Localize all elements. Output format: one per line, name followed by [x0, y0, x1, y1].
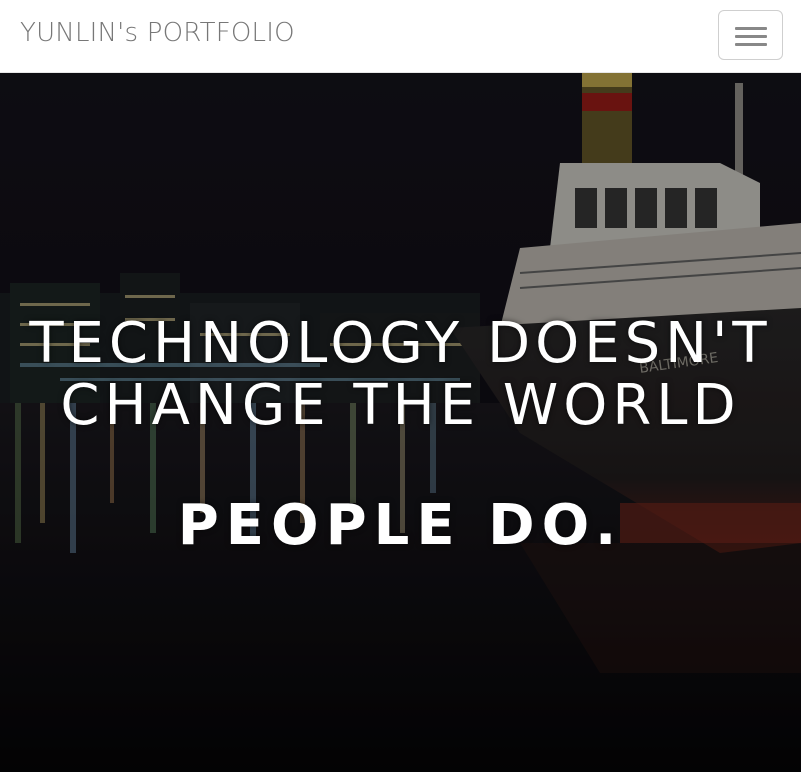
hamburger-menu-icon	[735, 43, 767, 46]
hamburger-menu-icon	[735, 35, 767, 38]
hamburger-menu-icon	[735, 27, 767, 30]
navbar-toggle-button[interactable]	[718, 10, 783, 60]
top-navbar: YUNLIN's PORTFOLIO	[0, 0, 801, 73]
headline-line-2: CHANGE THE WORLD	[60, 373, 741, 438]
headline-line-1: TECHNOLOGY DOESN'T	[29, 311, 772, 376]
brand-link[interactable]: YUNLIN's PORTFOLIO	[20, 18, 295, 48]
hero-headline: TECHNOLOGY DOESN'T CHANGE THE WORLD	[0, 313, 801, 437]
hero-subheadline: PEOPLE DO.	[177, 493, 624, 558]
hero-section: BALTIMORE TECHNOLOGY DOESN'T CHANGE THE …	[0, 73, 801, 772]
